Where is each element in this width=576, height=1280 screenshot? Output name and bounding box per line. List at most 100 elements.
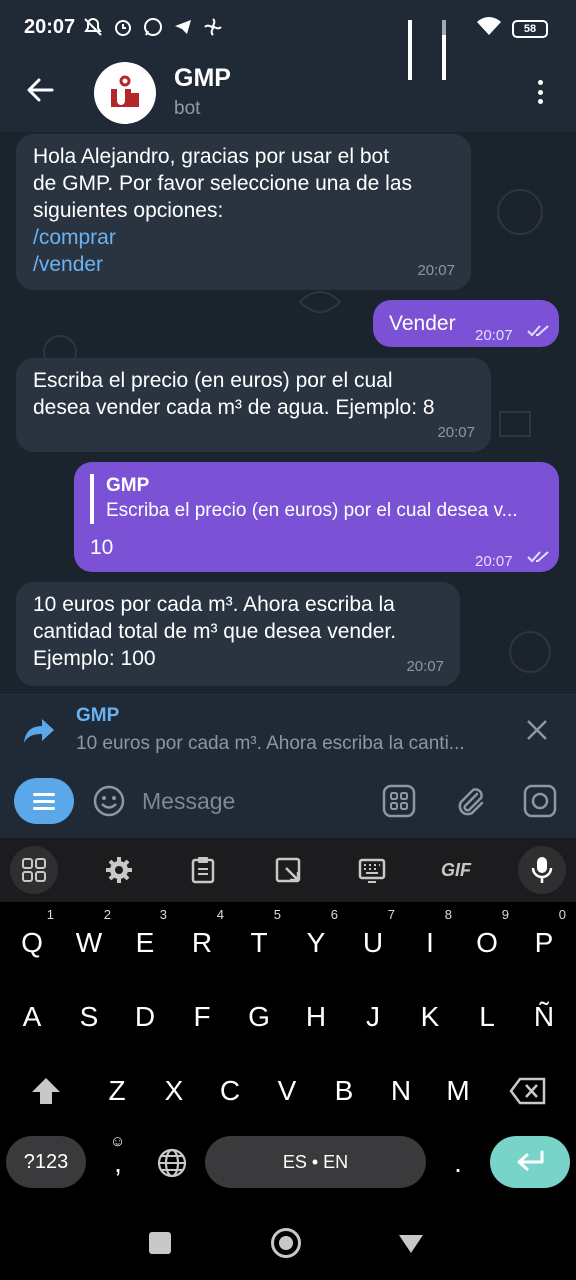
globe-icon[interactable] bbox=[150, 1138, 194, 1188]
key-d[interactable]: D bbox=[123, 992, 167, 1042]
read-checks-icon bbox=[527, 551, 549, 563]
message-bubble-outgoing[interactable]: GMP Escriba el precio (en euros) por el … bbox=[74, 462, 559, 572]
key-k[interactable]: K bbox=[408, 992, 452, 1042]
key-x[interactable]: X bbox=[152, 1066, 196, 1116]
reply-preview-bar[interactable]: GMP 10 euros por cada m³. Ahora escriba … bbox=[0, 694, 576, 766]
reply-preview-text: 10 euros por cada m³. Ahora escriba la c… bbox=[76, 733, 465, 754]
message-text: Vender bbox=[389, 312, 456, 335]
message-text: de GMP. Por favor seleccione una de las bbox=[33, 172, 412, 195]
command-link-comprar[interactable]: /comprar bbox=[33, 224, 412, 251]
backspace-icon[interactable] bbox=[506, 1066, 550, 1116]
reply-preview-name: GMP bbox=[76, 705, 120, 726]
chat-title[interactable]: GMP bbox=[174, 64, 231, 93]
message-bubble-incoming[interactable]: 10 euros por cada m³. Ahora escriba la c… bbox=[16, 582, 460, 686]
key-j[interactable]: J bbox=[351, 992, 395, 1042]
mic-icon[interactable] bbox=[518, 846, 566, 894]
key-g[interactable]: G bbox=[237, 992, 281, 1042]
key-s[interactable]: S bbox=[67, 992, 111, 1042]
recents-icon[interactable] bbox=[149, 1232, 171, 1254]
battery-icon: 58 bbox=[512, 19, 548, 38]
message-timestamp: 20:07 bbox=[475, 327, 513, 344]
enter-arrow-icon bbox=[517, 1150, 544, 1171]
key-enye[interactable]: Ñ bbox=[522, 992, 566, 1042]
key-y[interactable]: Y6 bbox=[294, 908, 338, 968]
back-nav-icon[interactable] bbox=[398, 1233, 424, 1260]
more-options-icon[interactable] bbox=[524, 76, 556, 108]
key-u[interactable]: U7 bbox=[351, 908, 395, 968]
wifi-icon bbox=[476, 16, 502, 41]
key-e[interactable]: E3 bbox=[123, 908, 167, 968]
period-key[interactable]: . bbox=[436, 1138, 480, 1188]
whatsapp-icon bbox=[142, 16, 164, 43]
bot-commands-icon[interactable] bbox=[382, 784, 416, 818]
emoji-comma-key[interactable]: ☺ , bbox=[96, 1134, 140, 1188]
message-timestamp: 20:07 bbox=[475, 553, 513, 570]
message-text: Escriba el precio (en euros) por el cual bbox=[33, 369, 393, 392]
message-bubble-incoming[interactable]: Hola Alejandro, gracias por usar el bot … bbox=[16, 134, 471, 290]
shift-icon[interactable] bbox=[24, 1066, 68, 1116]
clipboard-icon[interactable] bbox=[183, 850, 223, 890]
message-composer bbox=[0, 766, 576, 838]
message-bubble-outgoing[interactable]: Vender 20:07 bbox=[373, 300, 559, 347]
notification-icons bbox=[82, 16, 224, 43]
reply-quote-name: GMP bbox=[106, 475, 150, 496]
space-bar[interactable]: ES • EN bbox=[205, 1136, 426, 1188]
key-o[interactable]: O9 bbox=[465, 908, 509, 968]
bot-avatar[interactable] bbox=[94, 62, 156, 124]
close-reply-icon[interactable] bbox=[524, 717, 550, 743]
on-screen-keyboard: Q1 W2 E3 R4 T5 Y6 U7 I8 O9 P0 A S D F G … bbox=[0, 902, 576, 1200]
camera-icon[interactable] bbox=[523, 784, 557, 818]
key-f[interactable]: F bbox=[180, 992, 224, 1042]
key-i[interactable]: I8 bbox=[408, 908, 452, 968]
key-r[interactable]: R4 bbox=[180, 908, 224, 968]
key-b[interactable]: B bbox=[322, 1066, 366, 1116]
chat-subtitle: bot bbox=[174, 98, 201, 119]
resize-icon[interactable] bbox=[268, 850, 308, 890]
key-q[interactable]: Q1 bbox=[10, 908, 54, 968]
bot-menu-button[interactable] bbox=[14, 778, 74, 824]
system-nav-bar bbox=[0, 1200, 576, 1280]
reply-quote[interactable]: GMP Escriba el precio (en euros) por el … bbox=[90, 474, 548, 524]
mute-icon bbox=[82, 16, 104, 43]
key-w[interactable]: W2 bbox=[67, 908, 111, 968]
key-z[interactable]: Z bbox=[95, 1066, 139, 1116]
key-p[interactable]: P0 bbox=[522, 908, 566, 968]
enter-key[interactable] bbox=[490, 1136, 570, 1188]
message-text: 10 bbox=[90, 536, 114, 559]
settings-icon[interactable] bbox=[99, 850, 139, 890]
key-l[interactable]: L bbox=[465, 992, 509, 1042]
signal-icon bbox=[408, 19, 432, 80]
message-text: desea vender cada m³ de agua. Ejemplo: 8 bbox=[33, 396, 435, 419]
gmp-logo-icon bbox=[111, 75, 139, 107]
top-bar: 20:07 58 GMP bot bbox=[0, 0, 576, 132]
key-a[interactable]: A bbox=[10, 992, 54, 1042]
apps-icon[interactable] bbox=[10, 846, 58, 894]
symbols-key[interactable]: ?123 bbox=[6, 1136, 86, 1188]
reply-quote-text: Escriba el precio (en euros) por el cual… bbox=[106, 500, 518, 521]
chat-header: GMP bot bbox=[0, 56, 576, 132]
message-list[interactable]: Hola Alejandro, gracias por usar el bot … bbox=[0, 132, 576, 694]
back-arrow-icon[interactable] bbox=[22, 72, 58, 108]
attach-icon[interactable] bbox=[453, 784, 487, 818]
keyboard-icon[interactable] bbox=[352, 850, 392, 890]
key-n[interactable]: N bbox=[379, 1066, 423, 1116]
smiley-icon: ☺ bbox=[110, 1133, 126, 1150]
key-m[interactable]: M bbox=[436, 1066, 480, 1116]
command-link-vender[interactable]: /vender bbox=[33, 251, 412, 278]
message-bubble-incoming[interactable]: Escriba el precio (en euros) por el cual… bbox=[16, 358, 491, 452]
key-h[interactable]: H bbox=[294, 992, 338, 1042]
emoji-icon[interactable] bbox=[92, 784, 126, 818]
key-c[interactable]: C bbox=[208, 1066, 252, 1116]
fan-icon bbox=[202, 16, 224, 43]
message-timestamp: 20:07 bbox=[437, 424, 475, 441]
message-input[interactable] bbox=[142, 782, 362, 820]
key-v[interactable]: V bbox=[265, 1066, 309, 1116]
key-t[interactable]: T5 bbox=[237, 908, 281, 968]
gif-button[interactable]: GIF bbox=[436, 850, 476, 890]
message-timestamp: 20:07 bbox=[417, 262, 455, 279]
message-text: siguientes opciones: bbox=[33, 199, 224, 222]
home-icon[interactable] bbox=[271, 1228, 301, 1258]
message-text: Hola Alejandro, gracias por usar el bot bbox=[33, 145, 390, 168]
status-bar: 20:07 58 bbox=[0, 0, 576, 80]
system-icons: 58 bbox=[408, 16, 548, 80]
